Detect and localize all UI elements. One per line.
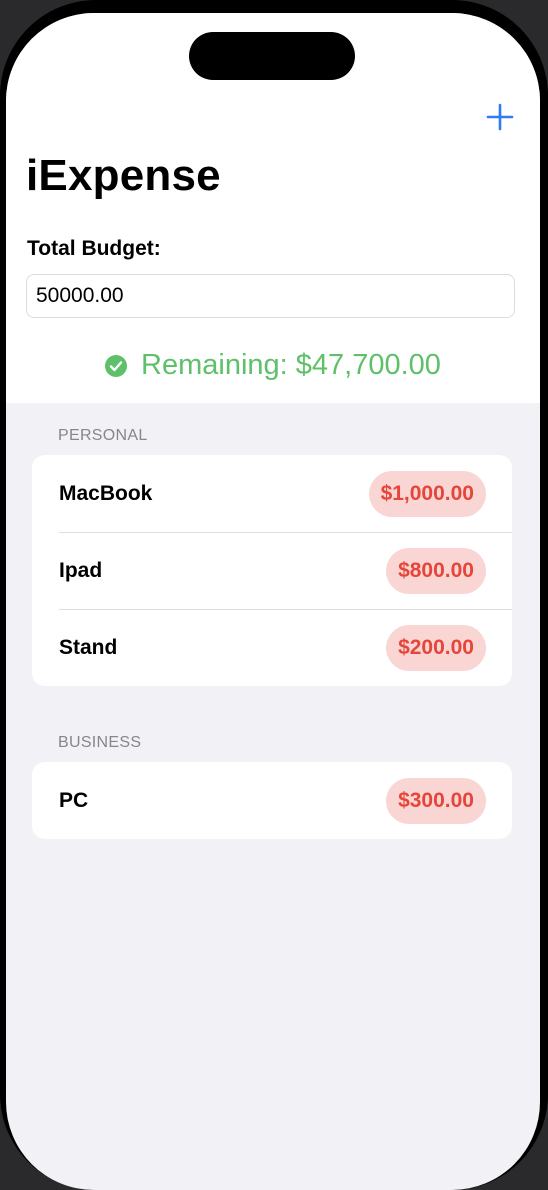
business-expenses-list: PC $300.00 bbox=[32, 762, 512, 839]
list-item[interactable]: PC $300.00 bbox=[32, 762, 512, 839]
list-item[interactable]: MacBook $1,000.00 bbox=[32, 455, 512, 532]
expense-name: Stand bbox=[59, 635, 118, 659]
plus-icon bbox=[486, 103, 514, 131]
section-header-personal: PERSONAL bbox=[58, 427, 148, 444]
expense-amount-badge: $200.00 bbox=[386, 624, 486, 671]
list-item[interactable]: Ipad $800.00 bbox=[32, 532, 512, 609]
phone-frame: iExpense Total Budget: Remaining: $47,70… bbox=[0, 0, 548, 1190]
total-budget-label: Total Budget: bbox=[27, 237, 161, 260]
remaining-text: Remaining: $47,700.00 bbox=[141, 349, 441, 381]
expense-amount-badge: $1,000.00 bbox=[368, 470, 486, 517]
expense-name: Ipad bbox=[59, 558, 103, 582]
app-screen: iExpense Total Budget: Remaining: $47,70… bbox=[6, 13, 540, 1190]
personal-expenses-list: MacBook $1,000.00 Ipad $800.00 Stand $20… bbox=[32, 455, 512, 686]
expense-amount-badge: $800.00 bbox=[386, 547, 486, 594]
expense-name: MacBook bbox=[59, 481, 153, 505]
remaining-status: Remaining: $47,700.00 bbox=[6, 349, 540, 382]
dynamic-island bbox=[189, 32, 355, 80]
expense-amount-badge: $300.00 bbox=[386, 777, 486, 824]
section-header-business: BUSINESS bbox=[58, 734, 142, 751]
add-expense-button[interactable] bbox=[484, 101, 516, 133]
total-budget-input[interactable] bbox=[26, 274, 515, 318]
page-title: iExpense bbox=[26, 151, 221, 200]
checkmark-circle-icon bbox=[105, 354, 128, 377]
expense-name: PC bbox=[59, 788, 89, 812]
list-item[interactable]: Stand $200.00 bbox=[32, 609, 512, 686]
